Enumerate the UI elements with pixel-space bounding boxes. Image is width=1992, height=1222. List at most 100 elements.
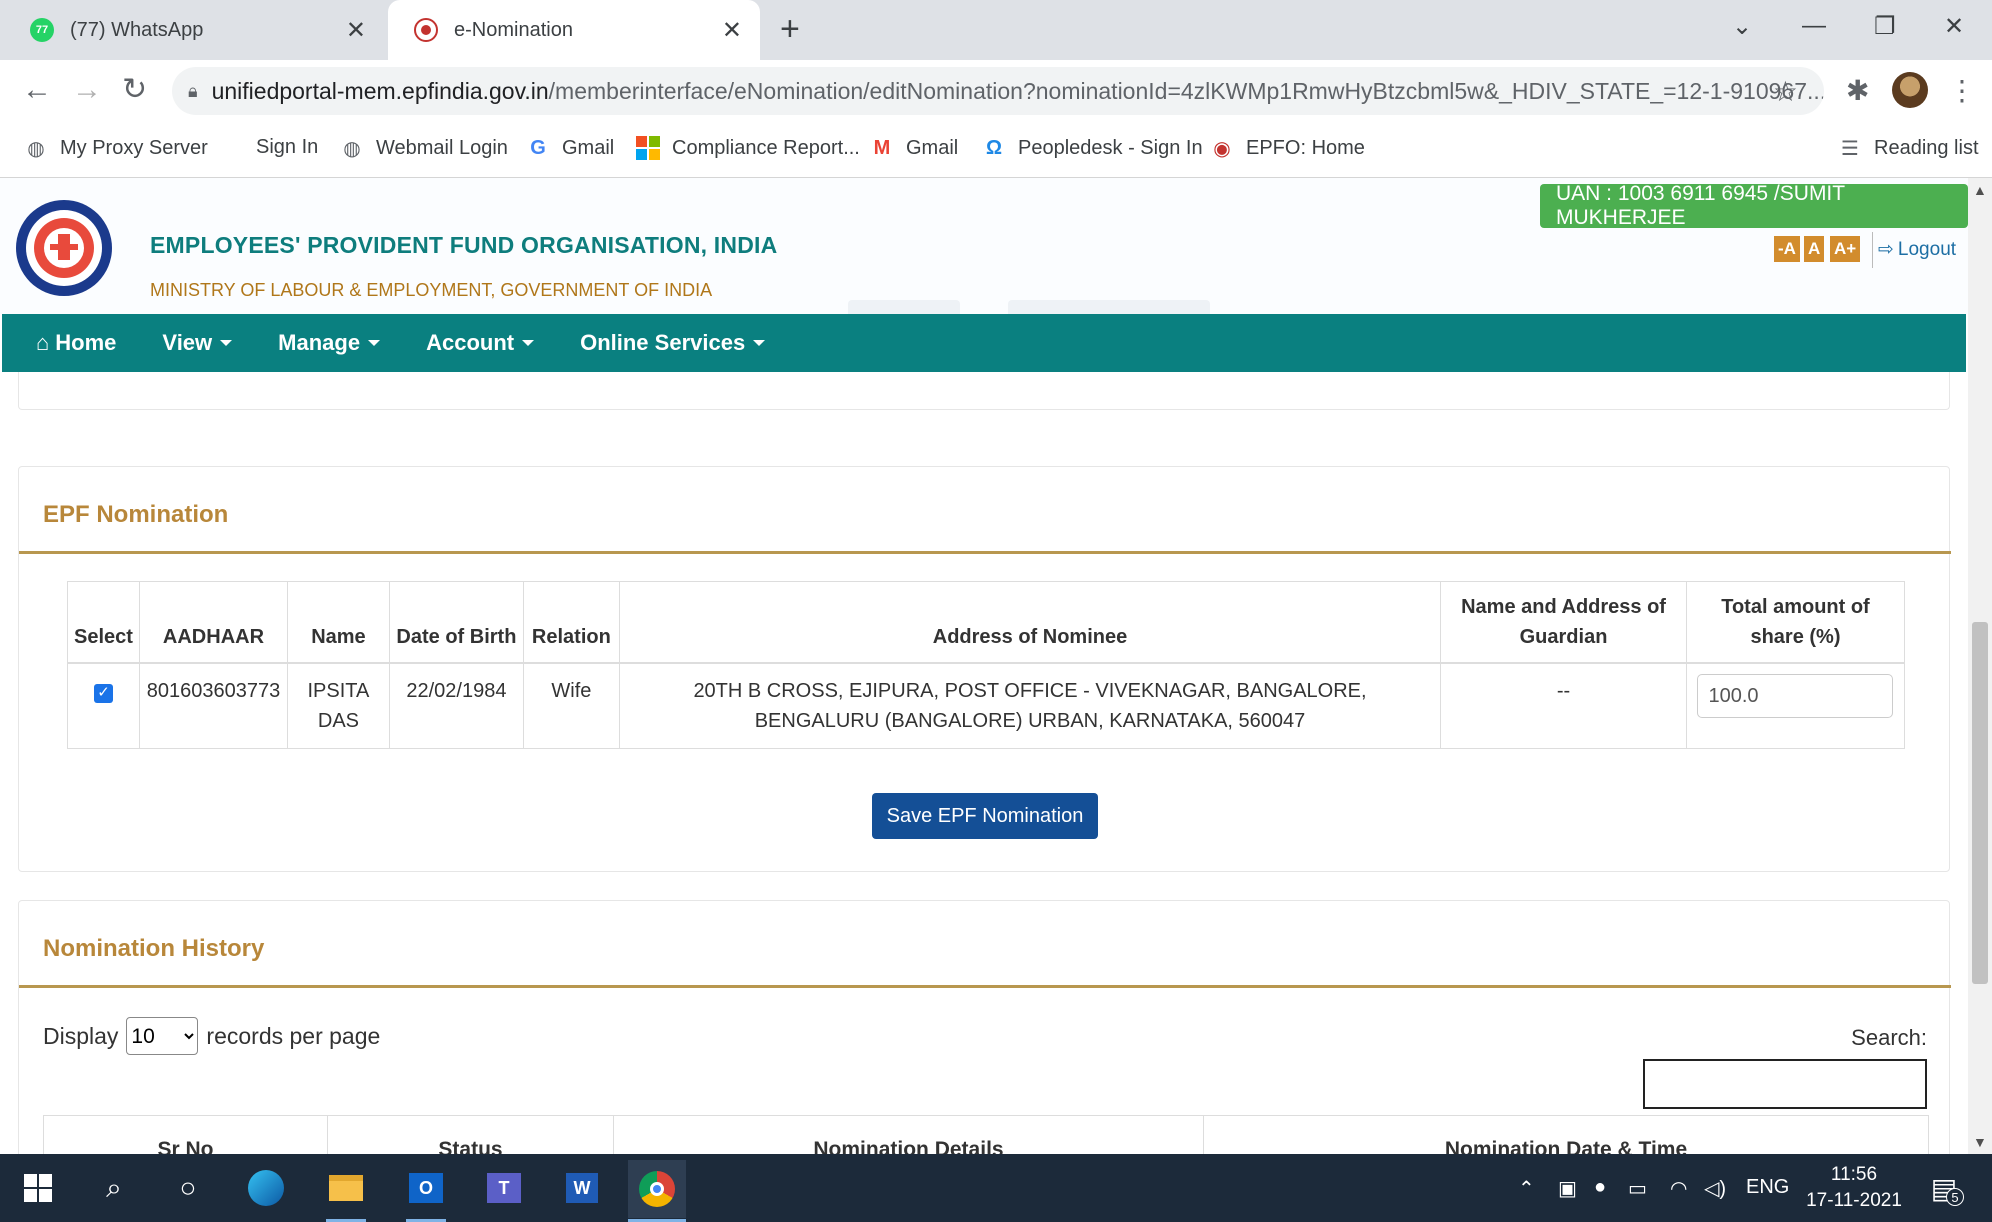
- caret-down-icon: [753, 340, 766, 346]
- epfo-icon: ◉: [1213, 137, 1231, 160]
- nav-account[interactable]: Account: [403, 330, 557, 356]
- close-tab-icon[interactable]: ✕: [722, 16, 742, 45]
- browser-menu-icon[interactable]: ⋮: [1948, 74, 1976, 107]
- whatsapp-icon: 77: [30, 18, 54, 42]
- reading-list-label: Reading list: [1874, 136, 1979, 159]
- font-normal-button[interactable]: A: [1804, 236, 1825, 262]
- epf-nomination-panel: EPF Nomination Select AADHAAR Name Date …: [18, 466, 1951, 872]
- bookmark-star-icon[interactable]: ☆: [1773, 75, 1798, 108]
- name-cell: IPSITA DAS: [286, 662, 390, 749]
- new-tab-icon[interactable]: +: [780, 12, 800, 46]
- font-increase-button[interactable]: A+: [1830, 236, 1861, 262]
- bookmark-item[interactable]: Sign In: [256, 136, 318, 159]
- scrollbar-thumb[interactable]: [1972, 622, 1988, 984]
- meet-now-icon[interactable]: ▣: [1558, 1176, 1577, 1201]
- language-indicator[interactable]: ENG: [1746, 1176, 1789, 1199]
- minimize-icon[interactable]: —: [1802, 12, 1826, 40]
- header-tab-ghost: [1008, 300, 1210, 314]
- url-path: /memberinterface/eNomination/editNominat…: [548, 77, 1824, 104]
- file-explorer-icon[interactable]: [326, 1168, 366, 1208]
- history-table-header: Sr No Status Nomination Details Nominati…: [43, 1115, 1929, 1154]
- column-header: Total amount of share (%): [1685, 581, 1906, 664]
- tab-e-nomination[interactable]: e-Nomination ✕: [388, 0, 760, 60]
- url-host: unifiedportal-mem.epfindia.gov.in: [211, 77, 549, 104]
- page-viewport: EMPLOYEES' PROVIDENT FUND ORGANISATION, …: [0, 178, 1968, 1154]
- column-header: AADHAAR: [138, 581, 288, 664]
- column-header: Name: [286, 581, 390, 664]
- restore-icon[interactable]: ❐: [1874, 12, 1896, 41]
- url-input[interactable]: 🔒︎ unifiedportal-mem.epfindia.gov.in/mem…: [172, 67, 1824, 115]
- system-clock[interactable]: 11:56 17-11-2021: [1806, 1162, 1902, 1214]
- nav-online-services[interactable]: Online Services: [557, 330, 788, 356]
- clock-date: 17-11-2021: [1806, 1190, 1902, 1211]
- nav-manage[interactable]: Manage: [255, 330, 403, 356]
- search-icon[interactable]: ⌕: [94, 1168, 134, 1208]
- caret-down-icon: [522, 340, 535, 346]
- wifi-icon[interactable]: ◠: [1670, 1176, 1687, 1201]
- windows-taskbar: ⌕ ○ O T W ⌃ ▣ ● ▭ ◠ ◁) ENG 11:56 17-11-2…: [0, 1154, 1992, 1222]
- google-icon: G: [530, 136, 546, 159]
- forward-icon[interactable]: →: [72, 74, 102, 106]
- scroll-up-icon[interactable]: ▲: [1973, 182, 1987, 198]
- bookmark-label: Gmail: [906, 136, 959, 159]
- column-header: Select: [67, 581, 140, 664]
- nav-home[interactable]: ⌂ Home: [2, 330, 139, 356]
- tray-overflow-icon[interactable]: ⌃: [1518, 1176, 1535, 1201]
- epfo-logo: [16, 200, 112, 296]
- bookmark-item[interactable]: ◍ Webmail Login: [340, 136, 508, 160]
- battery-icon[interactable]: ▭: [1628, 1176, 1647, 1201]
- tab-whatsapp[interactable]: 77 (77) WhatsApp ✕: [4, 0, 384, 60]
- bookmark-label: Sign In: [256, 136, 319, 158]
- save-epf-nomination-button[interactable]: Save EPF Nomination: [872, 793, 1098, 839]
- close-tab-icon[interactable]: ✕: [346, 16, 366, 45]
- microphone-icon[interactable]: ●: [1594, 1176, 1606, 1199]
- edge-icon[interactable]: [246, 1168, 286, 1208]
- bookmark-item[interactable]: M Gmail: [870, 136, 959, 160]
- tab-badge: 77: [35, 24, 49, 36]
- address-bar-row: ← → ↻ 🔒︎ unifiedportal-mem.epfindia.gov.…: [0, 60, 1992, 122]
- reading-list[interactable]: ☰ Reading list: [1838, 136, 1979, 160]
- bookmark-item[interactable]: ◉ EPFO: Home: [1210, 136, 1365, 160]
- cortana-icon[interactable]: ○: [168, 1168, 208, 1208]
- windows-start-icon[interactable]: [18, 1168, 58, 1208]
- word-icon[interactable]: W: [562, 1168, 602, 1208]
- bookmark-label: EPFO: Home: [1246, 136, 1365, 159]
- bookmark-label: My Proxy Server: [60, 136, 208, 159]
- logout-icon: ⇨: [1878, 239, 1894, 260]
- nav-view[interactable]: View: [139, 330, 255, 356]
- bookmark-item[interactable]: G Gmail: [526, 136, 614, 160]
- teams-icon[interactable]: T: [484, 1168, 524, 1208]
- extensions-icon[interactable]: ✱: [1846, 74, 1869, 107]
- profile-avatar[interactable]: [1892, 72, 1928, 108]
- close-window-icon[interactable]: ✕: [1944, 12, 1964, 41]
- column-header: Nomination Date & Time: [1444, 1138, 1688, 1154]
- bookmark-item[interactable]: ◍ My Proxy Server: [24, 136, 208, 160]
- logout-label: Logout: [1897, 239, 1957, 260]
- epfo-icon: [414, 18, 438, 42]
- chrome-icon[interactable]: [628, 1160, 686, 1218]
- column-header: Relation: [522, 581, 620, 664]
- font-decrease-button[interactable]: -A: [1774, 236, 1800, 262]
- reload-icon[interactable]: ↻: [122, 74, 147, 106]
- share-percent-input[interactable]: [1697, 674, 1894, 718]
- bookmarks-bar: ◍ My Proxy Server Sign In ◍ Webmail Logi…: [0, 122, 1992, 178]
- notifications-icon[interactable]: ▤ 5: [1924, 1168, 1964, 1208]
- nominee-select-checkbox[interactable]: ✓: [93, 683, 113, 703]
- search-input[interactable]: [1643, 1059, 1927, 1109]
- page-size-select[interactable]: 10: [126, 1017, 199, 1055]
- ministry-name: MINISTRY OF LABOUR & EMPLOYMENT, GOVERNM…: [150, 280, 713, 300]
- logout-link[interactable]: ⇨ Logout: [1872, 238, 1956, 261]
- tab-search-icon[interactable]: ⌄: [1732, 12, 1752, 41]
- section-title: EPF Nomination: [43, 501, 229, 528]
- volume-icon[interactable]: ◁): [1704, 1176, 1726, 1201]
- back-icon[interactable]: ←: [22, 74, 52, 106]
- scroll-down-icon[interactable]: ▼: [1973, 1134, 1987, 1150]
- bookmark-item[interactable]: Ω Peopledesk - Sign In: [982, 136, 1203, 160]
- page-scrollbar[interactable]: ▲ ▼: [1968, 178, 1992, 1154]
- share-cell: [1685, 662, 1906, 749]
- outlook-icon[interactable]: O: [406, 1168, 446, 1208]
- bookmark-item[interactable]: Compliance Report...: [636, 136, 860, 160]
- table-header-row: Select AADHAAR Name Date of Birth Relati…: [67, 581, 1906, 664]
- bookmark-label: Peopledesk - Sign In: [1018, 136, 1203, 159]
- caret-down-icon: [368, 340, 381, 346]
